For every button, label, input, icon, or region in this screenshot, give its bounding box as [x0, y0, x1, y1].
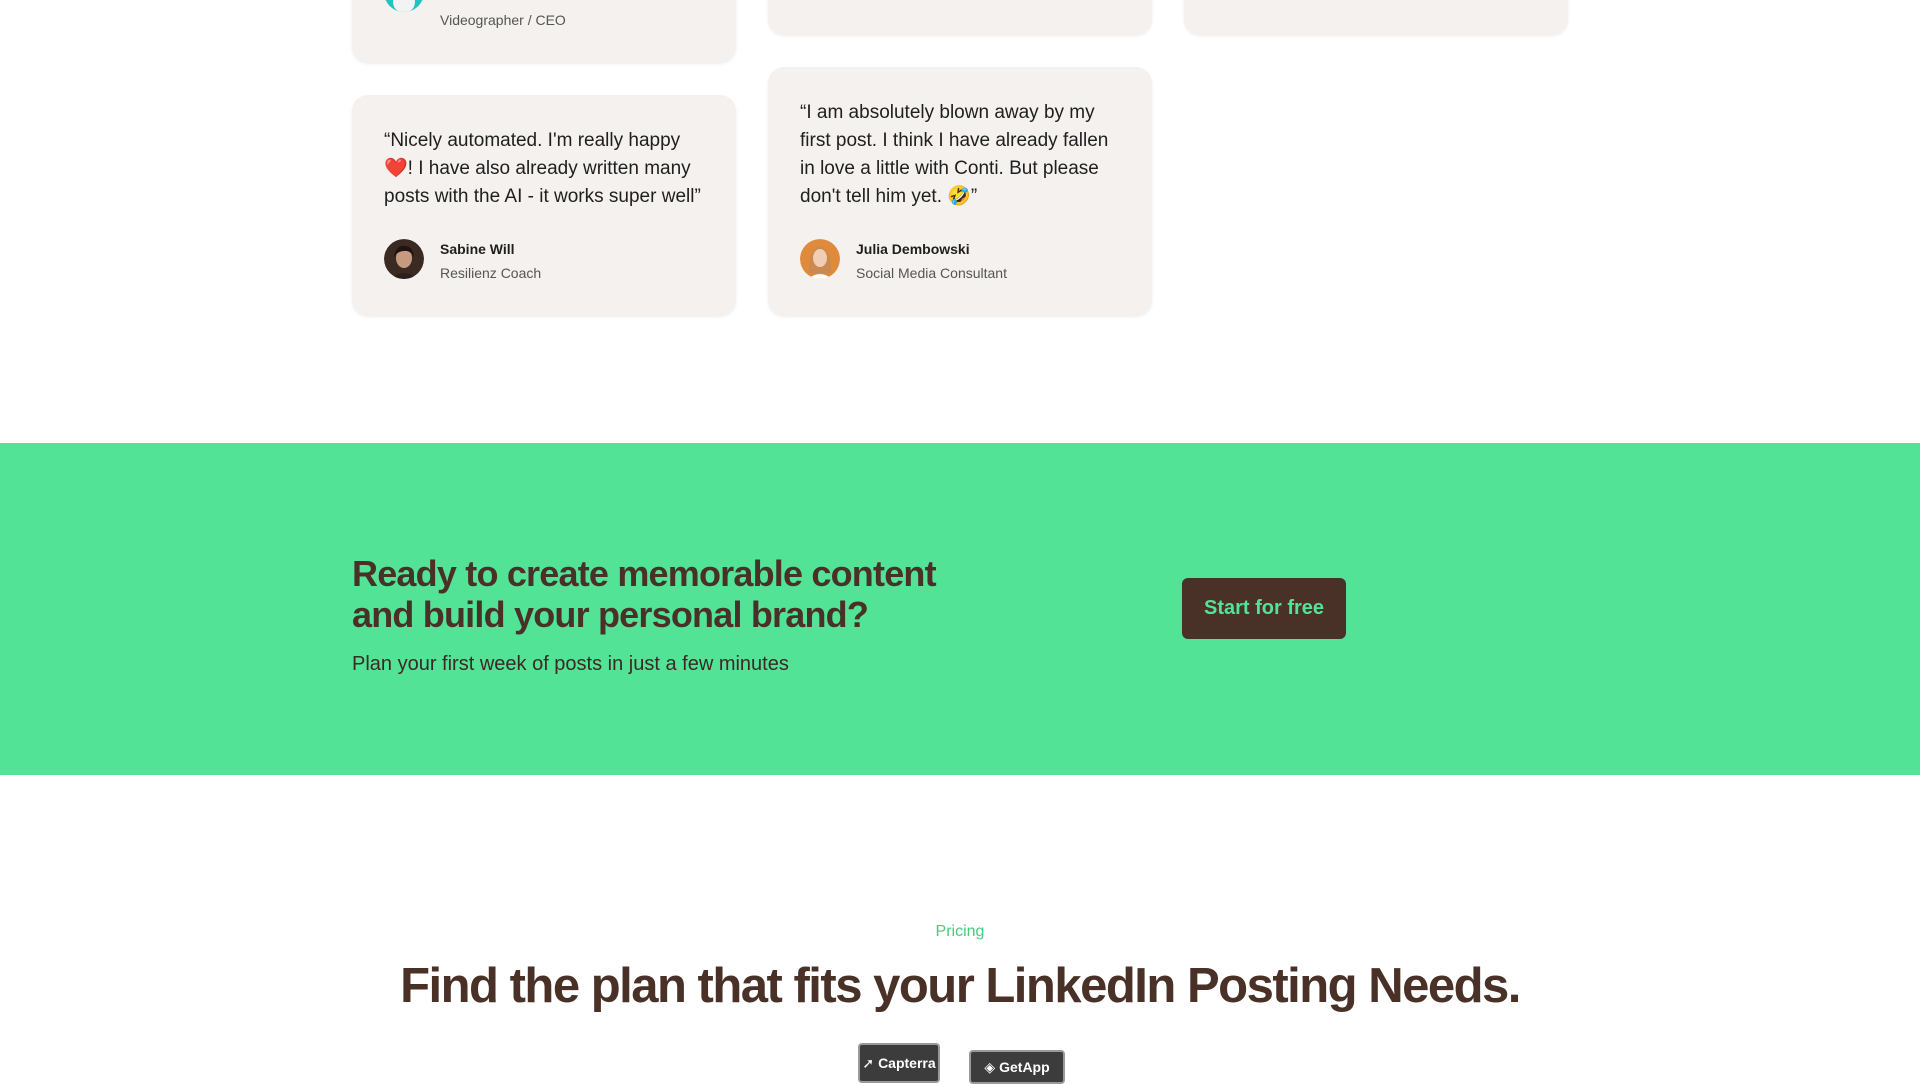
testimonial-card	[1184, 0, 1568, 34]
capterra-arrow-icon: ➚	[862, 1054, 875, 1071]
getapp-icon: ◈	[984, 1058, 996, 1075]
capterra-label: Capterra	[878, 1055, 936, 1071]
testimonial-card	[768, 0, 1152, 34]
author-name: Julia Dembowski	[856, 241, 970, 257]
testimonial-quote: “I am absolutely blown away by my first …	[800, 102, 1109, 207]
pricing-title: Find the plan that fits your LinkedIn Po…	[400, 959, 1521, 1013]
testimonial-card: Videographer / CEO	[352, 0, 736, 62]
start-for-free-button[interactable]: Start for free	[1182, 578, 1346, 639]
author-name: Sabine Will	[440, 241, 515, 257]
testimonial-quote: “Nicely automated. I'm really happy ❤️! …	[384, 130, 701, 207]
author-role: Resilienz Coach	[440, 265, 542, 281]
testimonial-author: Julia Dembowski Social Media Consultant	[800, 239, 1130, 281]
cta-subtitle: Plan your first week of posts in just a …	[352, 653, 789, 675]
testimonial-card: “I am absolutely blown away by my first …	[768, 67, 1152, 315]
cta-title: Ready to create memorable content and bu…	[352, 553, 937, 635]
getapp-badge[interactable]: ◈ GetApp	[969, 1050, 1065, 1084]
capterra-badge[interactable]: ➚ Capterra	[858, 1043, 940, 1083]
avatar	[384, 0, 424, 12]
testimonial-author: Sabine Will Resilienz Coach	[384, 239, 714, 281]
author-role: Social Media Consultant	[856, 265, 1007, 281]
author-role: Videographer / CEO	[440, 12, 566, 28]
getapp-label: GetApp	[999, 1059, 1050, 1075]
testimonial-author: Videographer / CEO	[384, 0, 714, 28]
avatar	[384, 239, 424, 279]
testimonial-card: “Nicely automated. I'm really happy ❤️! …	[352, 95, 736, 315]
cta-section: Ready to create memorable content and bu…	[0, 443, 1920, 775]
pricing-eyebrow: Pricing	[935, 923, 985, 940]
avatar	[800, 239, 840, 279]
